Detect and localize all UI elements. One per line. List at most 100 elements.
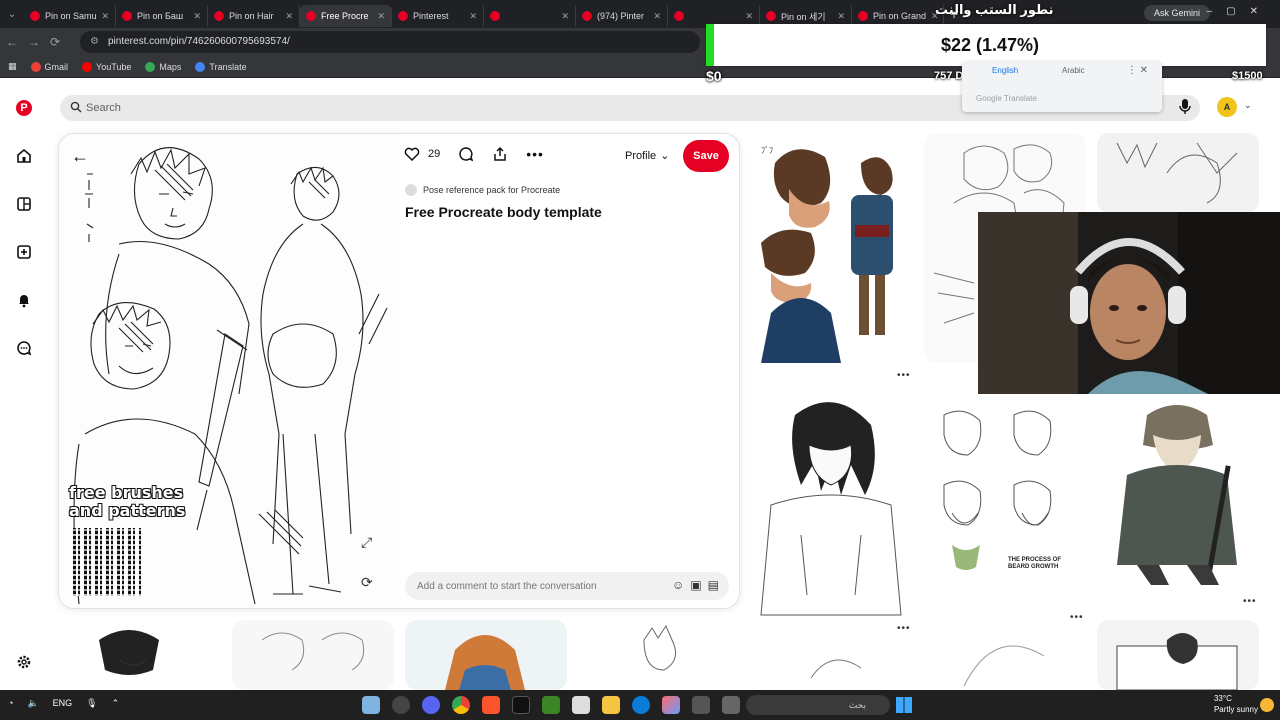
apps-icon[interactable]: ▦ <box>8 61 17 72</box>
expand-icon[interactable]: ⤢ <box>361 534 372 551</box>
taskbar-search[interactable]: بحث <box>746 695 890 715</box>
translate-source-lang[interactable]: English <box>992 66 1018 75</box>
folder-icon[interactable] <box>602 696 620 714</box>
feed-pin-bottom-3[interactable] <box>405 620 567 690</box>
home-icon[interactable] <box>14 146 34 166</box>
share-icon[interactable] <box>492 146 508 162</box>
chevron-up-icon[interactable]: ⌃ <box>112 698 120 709</box>
visual-search-icon[interactable]: ⟳ <box>361 574 373 591</box>
feed-pin-bottom-6[interactable] <box>924 636 1086 690</box>
microphone-icon[interactable] <box>1178 98 1192 116</box>
weather-widget[interactable]: 33°C Partly sunny <box>1214 693 1258 715</box>
forward-icon[interactable]: → <box>28 35 40 49</box>
comment-icon[interactable] <box>458 146 474 162</box>
profile-dropdown[interactable]: Profile ⌄ <box>625 149 669 163</box>
translate-target-lang[interactable]: Arabic <box>1062 66 1085 75</box>
windows-start-icon[interactable] <box>896 697 912 713</box>
store-icon[interactable] <box>572 696 590 714</box>
feed-pin-bottom-7[interactable] <box>1097 620 1259 690</box>
close-tab-icon[interactable]: ✕ <box>377 11 385 22</box>
pin-image[interactable]: free brushes and patterns ⤢ ⟳ <box>59 134 399 608</box>
pin-more-options-icon[interactable]: ••• <box>897 623 911 634</box>
discord-icon[interactable] <box>422 696 440 714</box>
tab-search-icon[interactable]: ⌄ <box>0 9 24 20</box>
account-chevron-down-icon[interactable]: ⌄ <box>1244 100 1252 111</box>
image-upload-icon[interactable]: ▤ <box>708 578 719 592</box>
save-button[interactable]: Save <box>683 140 729 172</box>
more-options-icon[interactable]: ••• <box>526 146 544 162</box>
feed-pin-bottom-2[interactable] <box>232 620 394 690</box>
emoji-icon[interactable]: ☺ <box>672 578 684 592</box>
comment-input[interactable] <box>417 572 647 600</box>
volume-icon[interactable]: 🔈 <box>27 698 38 709</box>
minecraft-icon[interactable] <box>542 696 560 714</box>
close-tab-icon[interactable]: ✕ <box>561 11 569 22</box>
user-avatar[interactable]: A <box>1217 97 1237 117</box>
search-input[interactable] <box>86 95 686 121</box>
google-translate-popup: English Arabic ⋮ ✕ Google Translate <box>962 62 1162 112</box>
browser-tab[interactable]: Pin on Баш ✕ <box>116 5 208 27</box>
close-tab-icon[interactable]: ✕ <box>285 11 293 22</box>
board-link[interactable]: Pose reference pack for Procreate <box>405 184 560 196</box>
browser-tab[interactable]: Pin on Samu ✕ <box>24 5 116 27</box>
pin-more-options-icon[interactable]: ••• <box>897 370 911 381</box>
close-tab-icon[interactable]: ✕ <box>745 11 753 22</box>
close-tab-icon[interactable]: ✕ <box>193 11 201 22</box>
feed-pin-old-warrior[interactable] <box>1097 395 1259 587</box>
feed-pin-bottom-1[interactable] <box>59 620 221 690</box>
app-icon[interactable] <box>722 696 740 714</box>
wifi-icon[interactable]: ◔ <box>8 698 13 709</box>
feed-pin-image <box>1116 142 1238 204</box>
close-icon[interactable]: ⋮ ✕ <box>1127 65 1148 76</box>
feed-pin-image: ﾌﾞﾌ <box>761 146 893 363</box>
back-arrow-icon[interactable]: ← <box>71 146 89 167</box>
browser-tab[interactable]: Free Procre ✕ <box>300 5 392 27</box>
comment-box[interactable]: ☺ ▣ ▤ <box>405 572 729 600</box>
bookmark-translate[interactable]: Translate <box>195 61 247 72</box>
pin-more-options-icon[interactable]: ••• <box>1243 596 1257 607</box>
browser-tab[interactable]: Pinterest ✕ <box>392 5 484 27</box>
site-info-icon[interactable]: ⚙ <box>90 31 99 53</box>
microphone-tray-icon[interactable]: 🎙 <box>86 698 97 709</box>
close-tab-icon[interactable]: ✕ <box>837 11 845 22</box>
feed-pin-long-hair-sketch[interactable] <box>751 395 913 617</box>
ask-gemini-button[interactable]: Ask Gemini <box>1143 5 1210 21</box>
pinterest-logo-icon[interactable]: P <box>14 98 34 118</box>
feed-pin-bottom-4[interactable] <box>578 620 740 690</box>
app-icon[interactable] <box>692 696 710 714</box>
feed-pin-beard-growth[interactable]: THE PROCESS OF BEARD GROWTH <box>924 395 1086 605</box>
url-field[interactable]: ⚙ pinterest.com/pin/746260600795693574/ <box>80 31 700 53</box>
bookmark-gmail[interactable]: Gmail <box>30 61 68 72</box>
sticker-icon[interactable]: ▣ <box>690 578 701 592</box>
language-indicator[interactable]: ENG <box>53 698 73 709</box>
notifications-bell-icon[interactable] <box>14 290 34 310</box>
create-icon[interactable] <box>14 242 34 262</box>
messages-icon[interactable] <box>14 338 34 358</box>
back-icon[interactable]: ← <box>6 35 18 49</box>
feed-pin-bottom-5[interactable] <box>751 648 913 690</box>
app-icon[interactable] <box>392 696 410 714</box>
bookmark-youtube[interactable]: YouTube <box>82 61 131 72</box>
x-icon[interactable] <box>512 696 530 714</box>
browser-tab[interactable]: ✕ <box>484 5 576 27</box>
bookmark-maps[interactable]: Maps <box>145 61 181 72</box>
window-controls[interactable]: –▢✕ <box>1207 6 1272 17</box>
chrome-icon[interactable] <box>452 696 470 714</box>
browser-tab[interactable]: (974) Pinter ✕ <box>576 5 668 27</box>
browser-tab[interactable]: Pin on Hair ✕ <box>208 5 300 27</box>
app-icon[interactable] <box>362 696 380 714</box>
brave-icon[interactable] <box>482 696 500 714</box>
heart-icon[interactable] <box>404 147 420 161</box>
close-tab-icon[interactable]: ✕ <box>469 11 477 22</box>
reload-icon[interactable]: ⟳ <box>50 35 60 49</box>
app-icon[interactable] <box>662 696 680 714</box>
close-tab-icon[interactable]: ✕ <box>653 11 661 22</box>
feed-pin-face-sketch[interactable] <box>1097 133 1259 213</box>
feed-pin-character-sheet[interactable]: ﾌﾞﾌ <box>751 133 913 363</box>
edge-icon[interactable] <box>632 696 650 714</box>
explore-icon[interactable] <box>14 194 34 214</box>
translate-icon <box>195 61 206 72</box>
settings-gear-icon[interactable] <box>14 652 34 672</box>
pin-more-options-icon[interactable]: ••• <box>1070 612 1084 623</box>
close-tab-icon[interactable]: ✕ <box>102 11 110 22</box>
